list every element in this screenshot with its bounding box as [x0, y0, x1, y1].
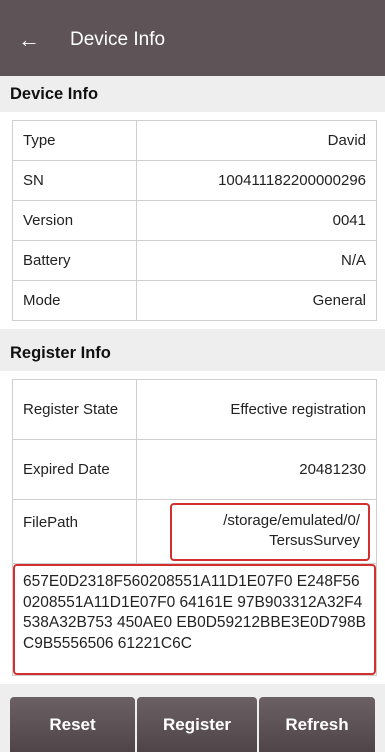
page-title: Device Info: [70, 29, 166, 50]
device-info-header: Device Info: [0, 76, 385, 112]
register-info-table: Register State Effective registration Ex…: [12, 379, 377, 564]
filepath-label: FilePath: [13, 500, 137, 563]
register-info-header: Register Info: [0, 335, 385, 371]
mode-label: Mode: [13, 281, 137, 320]
expired-date-value: 20481230: [299, 461, 366, 478]
register-state-value: Effective registration: [230, 401, 366, 418]
app-bar: ← Device Info: [0, 0, 385, 76]
reset-button[interactable]: Reset: [10, 697, 135, 752]
version-value: 0041: [332, 212, 366, 229]
register-info-section: Register State Effective registration Ex…: [0, 371, 385, 684]
register-key-text: 657E0D2318F560208551A11D1E07F0 E248F5602…: [13, 564, 376, 675]
row-sn: SN 100411182200000296: [13, 161, 376, 201]
register-key-container: 657E0D2318F560208551A11D1E07F0 E248F5602…: [12, 564, 377, 676]
expired-date-label: Expired Date: [13, 440, 137, 499]
register-button[interactable]: Register: [137, 697, 257, 752]
register-state-label: Register State: [13, 380, 137, 439]
action-buttons: Reset Register Refresh: [0, 697, 385, 752]
filepath-cell: /storage/emulated/0/ TersusSurvey: [137, 500, 376, 563]
device-info-section: Type David SN 100411182200000296 Version…: [0, 112, 385, 329]
row-battery: Battery N/A: [13, 241, 376, 281]
row-expired-date: Expired Date 20481230: [13, 440, 376, 500]
battery-label: Battery: [13, 241, 137, 280]
filepath-value: /storage/emulated/0/ TersusSurvey: [170, 502, 370, 561]
device-info-table: Type David SN 100411182200000296 Version…: [12, 120, 377, 321]
row-version: Version 0041: [13, 201, 376, 241]
type-label: Type: [13, 121, 137, 160]
back-arrow-icon[interactable]: ←: [0, 27, 56, 53]
row-register-state: Register State Effective registration: [13, 380, 376, 440]
mode-value: General: [312, 292, 366, 309]
sn-value: 100411182200000296: [218, 172, 366, 189]
row-type: Type David: [13, 121, 376, 161]
type-value: David: [327, 132, 366, 149]
sn-label: SN: [13, 161, 137, 200]
version-label: Version: [13, 201, 137, 240]
refresh-button[interactable]: Refresh: [259, 697, 375, 752]
battery-value: N/A: [340, 252, 366, 269]
row-filepath: FilePath /storage/emulated/0/ TersusSurv…: [13, 500, 376, 564]
row-mode: Mode General: [13, 281, 376, 321]
